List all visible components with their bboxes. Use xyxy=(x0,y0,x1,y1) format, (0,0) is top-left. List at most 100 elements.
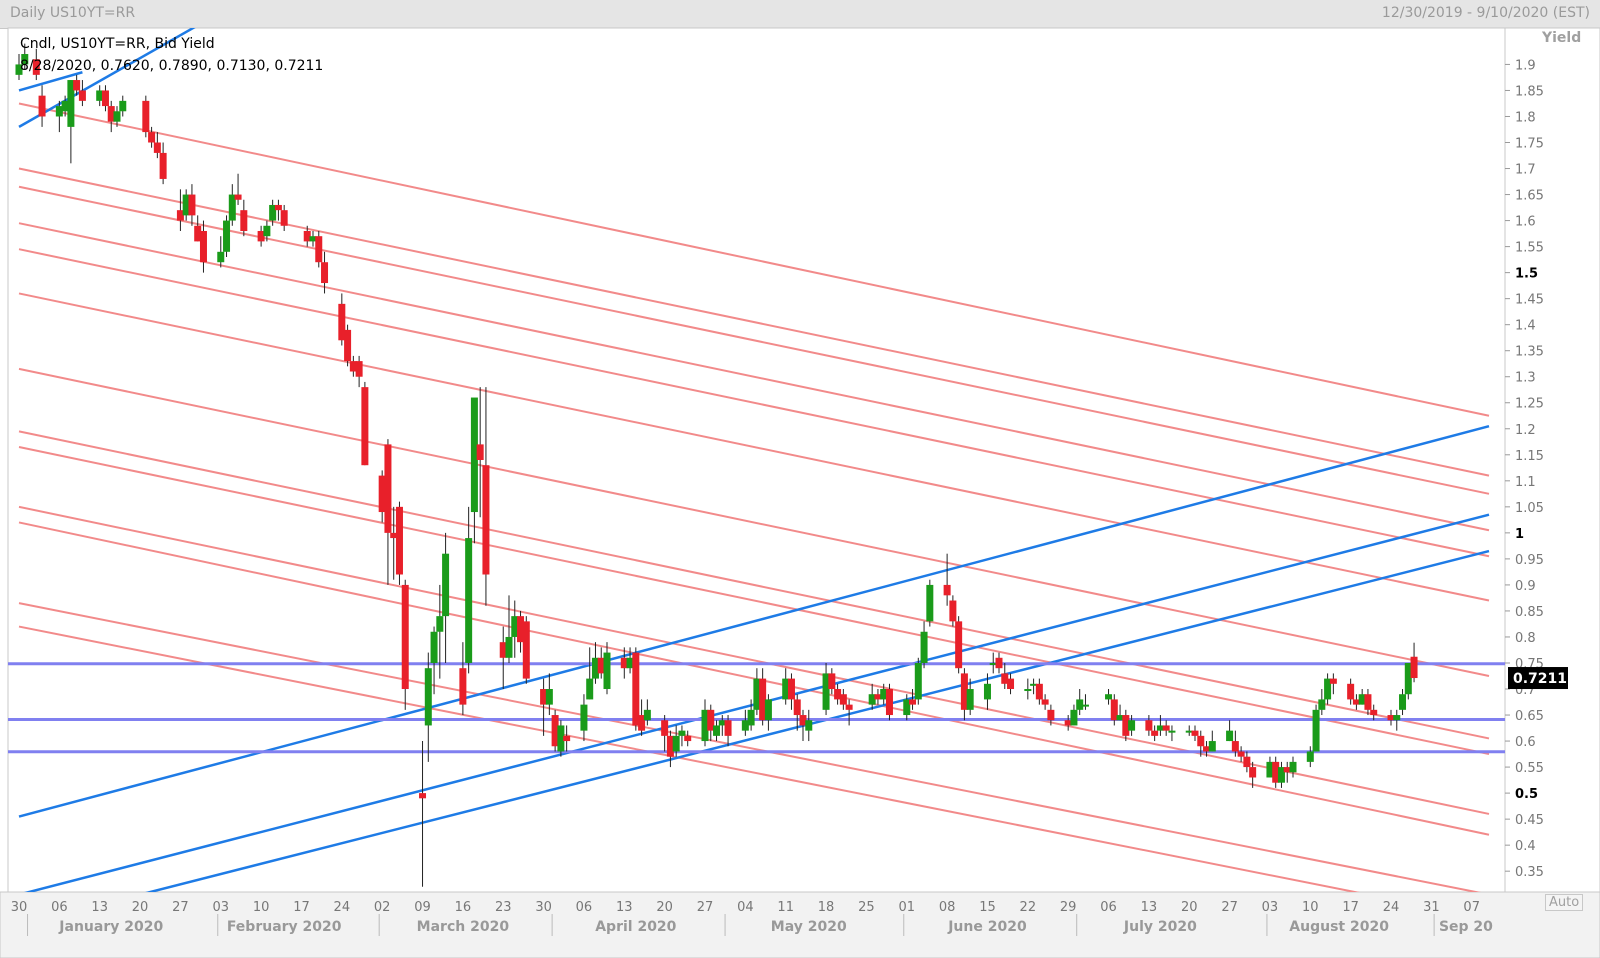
candle-body xyxy=(909,699,917,705)
candle-body xyxy=(643,709,651,721)
candle xyxy=(361,381,369,466)
candle-body xyxy=(672,735,680,752)
y-tick-label: 1.2 xyxy=(1515,423,1536,438)
candle-body xyxy=(926,584,934,622)
y-tick-label: 1.8 xyxy=(1515,110,1536,125)
x-tick-label: 06 xyxy=(1100,900,1117,915)
candle-body xyxy=(1105,694,1113,700)
y-tick-label: 0.6 xyxy=(1515,735,1536,750)
candle-body xyxy=(684,735,692,742)
candle-body xyxy=(465,538,473,663)
candle xyxy=(885,683,893,721)
candle-body xyxy=(1237,751,1245,757)
y-tick-label: 1.9 xyxy=(1515,58,1536,73)
y-tick-label: 1.65 xyxy=(1515,189,1544,204)
y-tick-label: 1.45 xyxy=(1515,293,1544,308)
candle-body xyxy=(1041,699,1049,705)
x-tick-label: 27 xyxy=(1221,900,1238,915)
candle-body xyxy=(321,262,329,284)
candle-body xyxy=(632,652,640,726)
candle-body xyxy=(78,90,86,101)
month-label: June 2020 xyxy=(947,919,1027,935)
candle-body xyxy=(793,699,801,716)
candle-body xyxy=(764,699,772,721)
candle-body xyxy=(724,720,732,736)
x-tick-label: 03 xyxy=(1262,900,1279,915)
candle-body xyxy=(1306,751,1314,762)
candle-body xyxy=(188,194,196,216)
month-label: March 2020 xyxy=(417,919,510,935)
candle-body xyxy=(424,668,432,726)
x-tick-label: 10 xyxy=(1302,900,1319,915)
candle-body xyxy=(1231,741,1239,752)
x-tick-label: 10 xyxy=(253,900,270,915)
x-tick-label: 27 xyxy=(172,900,189,915)
candle-body xyxy=(747,709,755,726)
x-tick-label: 17 xyxy=(1342,900,1359,915)
candle-body xyxy=(1249,767,1257,778)
candle-body xyxy=(586,678,594,700)
y-tick-label: 1.75 xyxy=(1515,137,1544,152)
candle-body xyxy=(153,142,161,153)
candle-body xyxy=(678,730,686,736)
candle-body xyxy=(280,210,288,226)
month-label: August 2020 xyxy=(1289,919,1389,935)
candle-body xyxy=(148,132,156,143)
x-tick-label: 02 xyxy=(374,900,391,915)
candle xyxy=(522,616,530,684)
candle-body xyxy=(361,387,369,466)
legend-ohlc: 8/28/2020, 0.7620, 0.7890, 0.7130, 0.721… xyxy=(20,58,324,74)
x-tick-label: 24 xyxy=(334,900,351,915)
x-tick-label: 18 xyxy=(818,900,835,915)
auto-scale-button[interactable]: Auto xyxy=(1545,894,1584,911)
candle-body xyxy=(505,636,513,658)
candle-body xyxy=(885,689,893,716)
legend-series: Cndl, US10YT=RR, Bid Yield xyxy=(20,36,215,52)
candle-body xyxy=(459,668,467,705)
candle-body xyxy=(828,673,836,690)
x-tick-label: 24 xyxy=(1383,900,1400,915)
month-label: Sep 20 xyxy=(1439,919,1493,935)
candle-body xyxy=(1318,699,1326,710)
candle-body xyxy=(113,111,121,122)
candle-body xyxy=(1329,678,1337,684)
candle-body xyxy=(1197,735,1205,747)
x-tick-label: 06 xyxy=(576,900,593,915)
candle-body xyxy=(805,720,813,731)
y-tick-label: 1 xyxy=(1515,527,1524,542)
y-tick-label: 0.55 xyxy=(1515,761,1544,776)
candle-body xyxy=(845,704,853,710)
candle-body xyxy=(476,444,484,460)
candle-body xyxy=(430,631,438,663)
y-tick-label: 0.85 xyxy=(1515,605,1544,620)
last-value-label: 0.7211 xyxy=(1513,671,1567,687)
candle-body xyxy=(787,678,795,700)
candle xyxy=(1312,704,1320,752)
candle-body xyxy=(38,95,46,117)
x-tick-label: 07 xyxy=(1463,900,1480,915)
candle-body xyxy=(142,100,150,133)
candle-body xyxy=(223,220,231,252)
y-tick-label: 0.8 xyxy=(1515,631,1536,646)
x-tick-label: 20 xyxy=(656,900,673,915)
x-tick-label: 30 xyxy=(535,900,552,915)
candle-body xyxy=(217,251,225,263)
y-tick-label: 1.55 xyxy=(1515,241,1544,256)
x-tick-label: 22 xyxy=(1020,900,1037,915)
candle-body xyxy=(159,152,167,179)
candle-body xyxy=(1393,715,1401,721)
candle-body xyxy=(1312,709,1320,752)
x-tick-label: 30 xyxy=(11,900,28,915)
y-tick-label: 1.1 xyxy=(1515,475,1536,490)
month-label: May 2020 xyxy=(771,919,847,935)
y-tick-label: 0.9 xyxy=(1515,579,1536,594)
candlestick-chart[interactable]: 0.350.40.450.50.550.60.650.70.750.80.850… xyxy=(0,0,1600,958)
candle-body xyxy=(199,230,207,263)
candle-body xyxy=(1410,656,1418,679)
candle-body xyxy=(1226,730,1234,742)
candle-body xyxy=(355,361,363,377)
x-tick-label: 27 xyxy=(697,900,714,915)
y-tick-label: 1.4 xyxy=(1515,319,1536,334)
candle xyxy=(395,501,403,585)
x-tick-label: 01 xyxy=(898,900,915,915)
